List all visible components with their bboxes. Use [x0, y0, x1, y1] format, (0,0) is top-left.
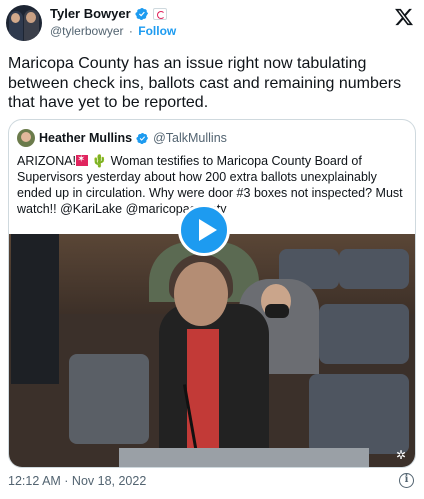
settings-icon[interactable]: ✲	[396, 449, 408, 461]
quoted-author-handle: @TalkMullins	[153, 131, 227, 145]
info-icon[interactable]: i	[399, 473, 414, 488]
tweet-text: Maricopa County has an issue right now t…	[8, 55, 402, 111]
verified-badge-icon	[136, 132, 149, 144]
tweet-header: Tyler Bowyer @tylerbowyer · Follow	[0, 0, 424, 44]
play-icon[interactable]	[178, 204, 230, 256]
affiliate-badge-icon	[152, 7, 167, 20]
quoted-author-name: Heather Mullins	[39, 131, 133, 145]
video-thumbnail[interactable]: ✲	[9, 234, 415, 467]
video-foreground-person	[11, 234, 59, 384]
video-chair	[319, 304, 409, 364]
author-handle[interactable]: @tylerbowyer	[50, 24, 124, 38]
cactus-emoji-icon: 🌵	[91, 154, 108, 168]
author-handle-row: @tylerbowyer · Follow	[50, 24, 176, 38]
arizona-flag-emoji-icon	[76, 152, 89, 168]
tweet-timestamp[interactable]: 12:12 AM · Nov 18, 2022	[8, 474, 146, 488]
video-face-mask	[265, 304, 289, 318]
quoted-tweet-header: Heather Mullins @TalkMullins	[17, 129, 227, 147]
video-chair	[309, 374, 409, 454]
video-chair	[339, 249, 409, 289]
video-speaker-head	[174, 262, 228, 326]
verified-badge-icon	[135, 7, 148, 20]
quoted-author-avatar	[17, 129, 35, 147]
quoted-text-prefix: ARIZONA!	[17, 154, 77, 168]
author-display-name[interactable]: Tyler Bowyer	[50, 6, 131, 21]
follow-button[interactable]: Follow	[138, 24, 176, 38]
video-desk	[119, 448, 369, 467]
video-chair	[69, 354, 149, 444]
x-logo-icon[interactable]	[394, 7, 414, 27]
quoted-tweet-card[interactable]: Heather Mullins @TalkMullins ARIZONA! 🌵 …	[8, 119, 416, 468]
separator-dot: ·	[128, 24, 133, 38]
author-name-row: Tyler Bowyer	[50, 6, 167, 21]
author-avatar[interactable]	[6, 5, 42, 41]
